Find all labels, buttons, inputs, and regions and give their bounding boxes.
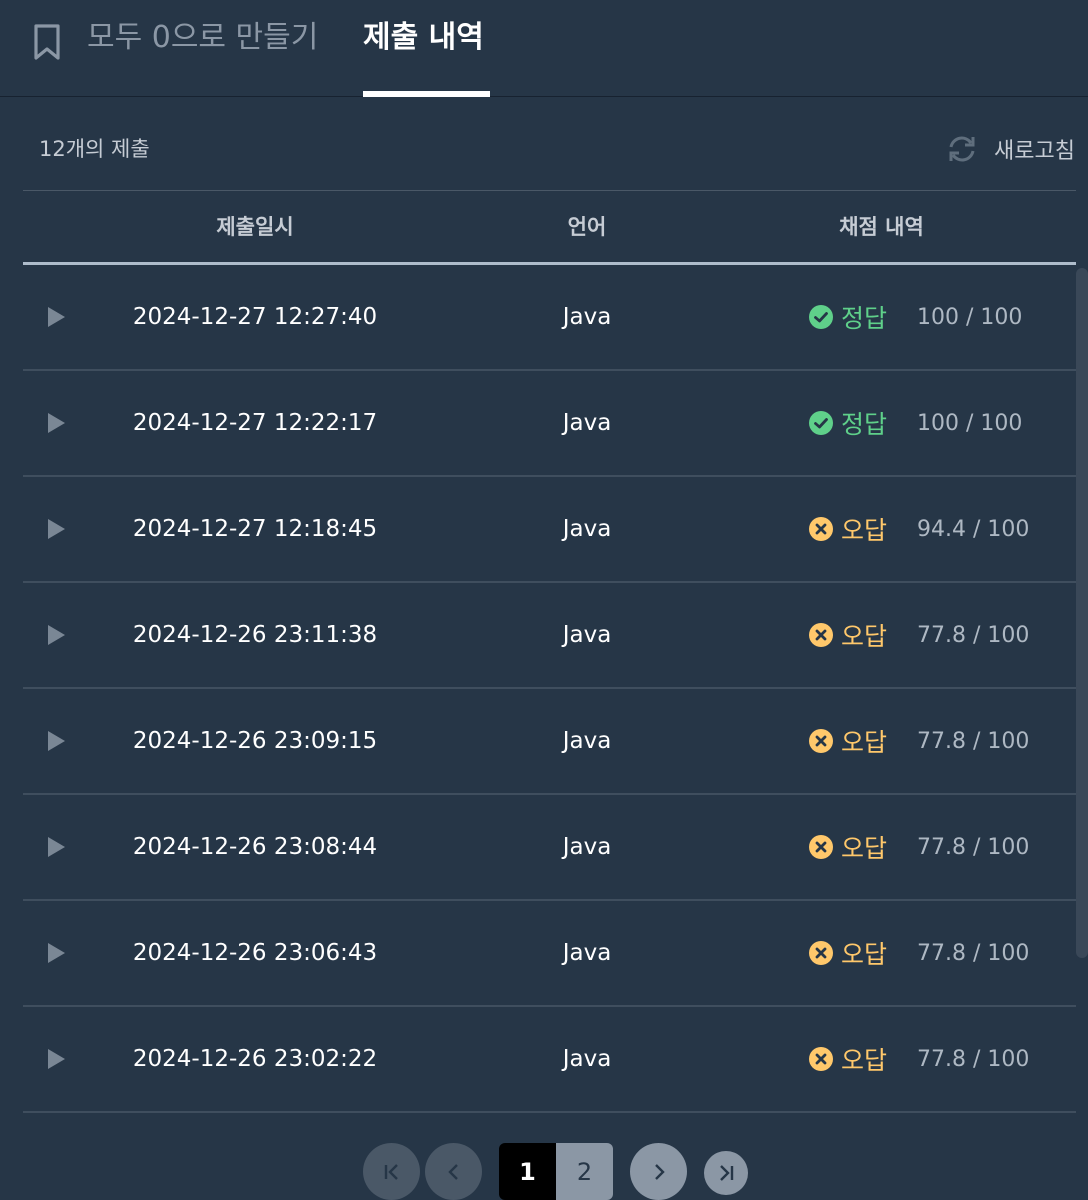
- page-2-button[interactable]: 2: [556, 1143, 613, 1200]
- top-tab-bar: 모두 0으로 만들기 제출 내역: [0, 0, 1088, 97]
- prev-page-button[interactable]: [425, 1143, 482, 1200]
- score-value: 77.8 / 100: [917, 940, 1030, 966]
- refresh-button[interactable]: 새로고침: [944, 134, 1075, 164]
- submission-date: 2024-12-27 12:18:45: [132, 516, 378, 542]
- status-label: 정답: [841, 410, 888, 439]
- score-value: 77.8 / 100: [917, 622, 1030, 648]
- submission-table: 제출일시 언어 채점 내역 2024-12-27 12:27:40 Java 정답 1…: [23, 190, 1076, 1113]
- submission-language: Java: [562, 304, 612, 330]
- check-circle-icon: [809, 411, 833, 435]
- table-row[interactable]: 2024-12-26 23:08:44 Java 오답 77.8 / 100: [23, 795, 1076, 901]
- submission-date: 2024-12-26 23:06:43: [132, 940, 378, 966]
- pagination: 1 2: [0, 1143, 1088, 1200]
- status-label: 오답: [841, 516, 888, 545]
- table-row[interactable]: 2024-12-27 12:18:45 Java 오답 94.4 / 100: [23, 477, 1076, 583]
- bookmark-icon[interactable]: [32, 24, 62, 60]
- status-label: 오답: [841, 940, 888, 969]
- submission-date: 2024-12-26 23:11:38: [132, 622, 378, 648]
- submission-language: Java: [562, 1046, 612, 1072]
- tab-submission-history[interactable]: 제출 내역: [363, 16, 484, 60]
- submission-language: Java: [562, 622, 612, 648]
- score: 77.8 / 100: [917, 689, 1037, 793]
- x-circle-icon: [809, 729, 833, 753]
- header-result: 채점 내역: [839, 215, 924, 239]
- status-label: 정답: [841, 304, 888, 333]
- table-row[interactable]: 2024-12-27 12:27:40 Java 정답 100 / 100: [23, 265, 1076, 371]
- table-row[interactable]: 2024-12-26 23:02:22 Java 오답 77.8 / 100: [23, 1007, 1076, 1113]
- score-value: 100 / 100: [917, 304, 1023, 330]
- score: 94.4 / 100: [917, 477, 1037, 581]
- score: 100 / 100: [917, 265, 1037, 369]
- refresh-icon: [949, 136, 975, 162]
- x-circle-icon: [809, 1047, 833, 1071]
- status-label: 오답: [841, 834, 888, 863]
- chevron-right-icon: [654, 1163, 665, 1180]
- last-page-icon: [720, 1165, 734, 1181]
- submission-date: 2024-12-27 12:27:40: [132, 304, 378, 330]
- last-page-button[interactable]: [704, 1151, 748, 1195]
- status-label: 오답: [841, 1046, 888, 1075]
- submission-language: Java: [562, 940, 612, 966]
- header-date: 제출일시: [216, 215, 294, 239]
- submission-date: 2024-12-26 23:08:44: [132, 834, 378, 860]
- submission-count: 12개의 제출: [39, 137, 150, 161]
- result-status: 정답: [809, 405, 887, 441]
- score-value: 77.8 / 100: [917, 1046, 1030, 1072]
- table-header: 제출일시 언어 채점 내역: [23, 190, 1076, 265]
- submission-language: Java: [562, 728, 612, 754]
- score: 77.8 / 100: [917, 795, 1037, 899]
- status-label: 오답: [841, 622, 888, 651]
- submission-date: 2024-12-26 23:02:22: [132, 1046, 378, 1072]
- first-page-button[interactable]: [363, 1143, 420, 1200]
- result-status: 정답: [809, 299, 887, 335]
- refresh-label: 새로고침: [994, 139, 1075, 164]
- table-body: 2024-12-27 12:27:40 Java 정답 100 / 100 2024-1…: [23, 265, 1076, 1113]
- status-label: 오답: [841, 728, 888, 757]
- score: 77.8 / 100: [917, 901, 1037, 1005]
- header-language: 언어: [567, 215, 607, 239]
- active-tab-indicator: [363, 91, 490, 97]
- result-status: 오답: [809, 829, 887, 865]
- result-status: 오답: [809, 617, 887, 653]
- x-circle-icon: [809, 623, 833, 647]
- next-page-button[interactable]: [630, 1143, 687, 1200]
- submission-language: Java: [562, 834, 612, 860]
- chevron-left-icon: [447, 1163, 458, 1180]
- page-1-button[interactable]: 1: [499, 1143, 556, 1200]
- score-value: 77.8 / 100: [917, 834, 1030, 860]
- tab-problem[interactable]: 모두 0으로 만들기: [87, 16, 318, 60]
- result-status: 오답: [809, 1041, 887, 1077]
- table-row[interactable]: 2024-12-27 12:22:17 Java 정답 100 / 100: [23, 371, 1076, 477]
- table-row[interactable]: 2024-12-26 23:11:38 Java 오답 77.8 / 100: [23, 583, 1076, 689]
- score-value: 100 / 100: [917, 410, 1023, 436]
- x-circle-icon: [809, 835, 833, 859]
- result-status: 오답: [809, 723, 887, 759]
- submission-language: Java: [562, 410, 612, 436]
- submission-date: 2024-12-27 12:22:17: [132, 410, 378, 436]
- submission-date: 2024-12-26 23:09:15: [132, 728, 378, 754]
- score: 77.8 / 100: [917, 583, 1037, 687]
- scrollbar[interactable]: [1076, 268, 1088, 958]
- table-row[interactable]: 2024-12-26 23:06:43 Java 오답 77.8 / 100: [23, 901, 1076, 1007]
- result-status: 오답: [809, 935, 887, 971]
- first-page-icon: [384, 1163, 398, 1180]
- score: 100 / 100: [917, 371, 1037, 475]
- table-row[interactable]: 2024-12-26 23:09:15 Java 오답 77.8 / 100: [23, 689, 1076, 795]
- check-circle-icon: [809, 305, 833, 329]
- x-circle-icon: [809, 517, 833, 541]
- score: 77.8 / 100: [917, 1007, 1037, 1111]
- submission-language: Java: [562, 516, 612, 542]
- result-status: 오답: [809, 511, 887, 547]
- score-value: 94.4 / 100: [917, 516, 1030, 542]
- score-value: 77.8 / 100: [917, 728, 1030, 754]
- x-circle-icon: [809, 941, 833, 965]
